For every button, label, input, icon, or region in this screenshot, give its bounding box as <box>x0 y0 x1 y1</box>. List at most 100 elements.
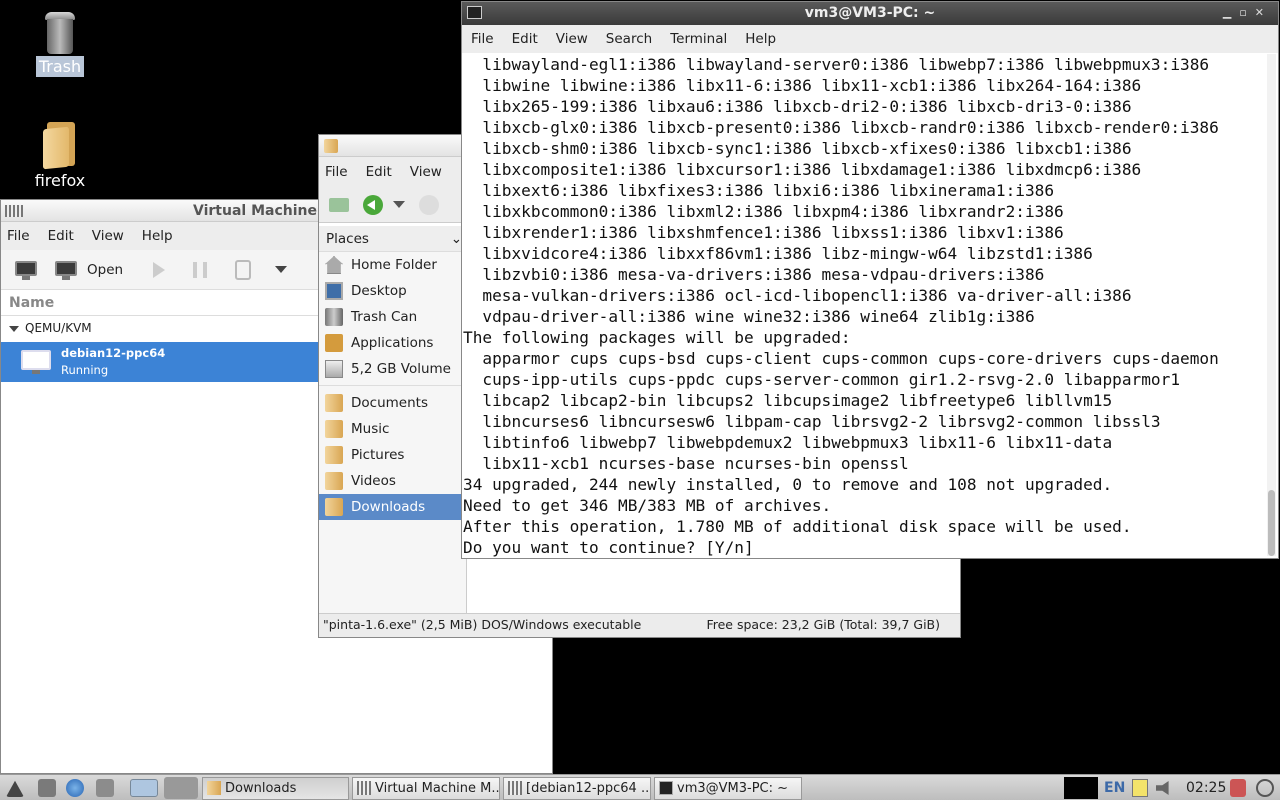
bookmark-documents[interactable]: Documents <box>319 390 466 416</box>
forward-icon[interactable] <box>419 194 439 215</box>
terminal-line: mesa-vulkan-drivers:i386 ocl-icd-libopen… <box>463 286 1132 305</box>
menu-edit[interactable]: Edit <box>48 228 74 244</box>
menu-help[interactable]: Help <box>745 31 776 47</box>
terminal-line: libxcomposite1:i386 libxcursor1:i386 lib… <box>463 160 1142 179</box>
terminal-icon <box>659 781 673 795</box>
keyboard-layout[interactable]: EN <box>1104 775 1125 800</box>
titlebar[interactable]: vm3@VM3-PC: ~ ▁▫✕ <box>462 2 1278 25</box>
task-downloads[interactable]: Downloads <box>202 777 349 800</box>
file-manager-launcher-icon[interactable] <box>38 779 56 797</box>
connection-label: QEMU/KVM <box>25 321 92 335</box>
selection-info: "pinta-1.6.exe" (2,5 MiB) DOS/Windows ex… <box>323 617 642 632</box>
new-tab-icon[interactable] <box>329 197 349 212</box>
window-controls[interactable]: ▁▫✕ <box>1223 6 1272 19</box>
scrollbar[interactable] <box>1267 54 1276 556</box>
terminal-line: libwine libwine:i386 libx11-6:i386 libx1… <box>463 76 1142 95</box>
bookmark-label: Documents <box>351 395 428 411</box>
scrollbar-thumb[interactable] <box>1268 490 1275 556</box>
task-label: [debian12-ppc64 ... <box>526 781 651 796</box>
workspace-icon[interactable] <box>164 777 198 799</box>
task-debian12-console[interactable]: [debian12-ppc64 ... <box>503 777 651 800</box>
folder-icon <box>43 122 77 170</box>
clipboard-icon[interactable] <box>1132 779 1148 797</box>
play-icon[interactable] <box>153 261 166 278</box>
terminal-line: libxext6:i386 libxfixes3:i386 libxi6:i38… <box>463 181 1055 200</box>
bookmark-downloads[interactable]: Downloads <box>319 494 466 520</box>
desktop-icon-trash[interactable]: Trash <box>15 12 105 77</box>
place-volume[interactable]: 5,2 GB Volume <box>319 356 466 382</box>
folder-icon <box>207 781 221 795</box>
place-applications[interactable]: Applications <box>319 330 466 356</box>
trash-icon <box>45 12 75 54</box>
place-desktop[interactable]: Desktop <box>319 278 466 304</box>
side-pane: Places ⌄ Home Folder Desktop Trash Can Ap… <box>319 226 467 615</box>
place-home-folder[interactable]: Home Folder <box>319 252 466 278</box>
vm-status: Running <box>61 363 109 377</box>
bookmark-music[interactable]: Music <box>319 416 466 442</box>
menu-search[interactable]: Search <box>606 31 652 47</box>
menu-edit[interactable]: Edit <box>366 164 392 180</box>
open-button[interactable]: Open <box>87 262 123 278</box>
open-vm-icon <box>53 259 79 281</box>
desktop-icon-firefox[interactable]: firefox <box>15 122 105 191</box>
menu-view[interactable]: View <box>556 31 588 47</box>
folder-icon <box>325 446 343 464</box>
places-label: Places <box>326 231 369 247</box>
terminal-line: apparmor cups cups-bsd cups-client cups-… <box>463 349 1219 368</box>
place-trash-can[interactable]: Trash Can <box>319 304 466 330</box>
applications-icon <box>325 334 343 352</box>
terminal-line: libxvidcore4:i386 libxxf86vm1:i386 libz-… <box>463 244 1093 263</box>
chevron-down-icon[interactable] <box>393 201 405 208</box>
window-icon[interactable] <box>96 779 114 797</box>
terminal-line: Need to get 346 MB/383 MB of archives. <box>463 496 832 515</box>
power-icon[interactable] <box>1256 779 1274 797</box>
terminal-line: libwayland-egl1:i386 libwayland-server0:… <box>463 55 1210 74</box>
terminal-line: libcap2 libcap2-bin libcups2 libcupsimag… <box>463 391 1113 410</box>
place-label: Applications <box>351 335 434 351</box>
menu-file[interactable]: File <box>325 164 348 180</box>
volume-icon[interactable] <box>1156 781 1169 795</box>
bookmark-pictures[interactable]: Pictures <box>319 442 466 468</box>
terminal-line: libxrender1:i386 libxshmfence1:i386 libx… <box>463 223 1064 242</box>
bookmark-videos[interactable]: Videos <box>319 468 466 494</box>
home-icon <box>325 256 343 274</box>
terminal-output[interactable]: libwayland-egl1:i386 libwayland-server0:… <box>463 54 1266 558</box>
trash-icon <box>325 308 343 326</box>
task-label: Virtual Machine M... <box>375 781 500 796</box>
place-label: Home Folder <box>351 257 437 273</box>
folder-icon <box>325 394 343 412</box>
menu-view[interactable]: View <box>92 228 124 244</box>
browser-icon[interactable] <box>66 779 84 797</box>
terminal-line: The following packages will be upgraded: <box>463 328 851 347</box>
shutdown-icon[interactable] <box>235 259 252 280</box>
chevron-down-icon[interactable] <box>275 266 288 273</box>
menu-terminal[interactable]: Terminal <box>670 31 727 47</box>
terminal-window: vm3@VM3-PC: ~ ▁▫✕ File Edit View Search … <box>461 1 1279 559</box>
menu-view[interactable]: View <box>410 164 442 180</box>
folder-icon <box>324 139 338 153</box>
folder-icon <box>325 498 343 516</box>
lock-screen-icon[interactable] <box>1230 779 1246 797</box>
new-vm-button[interactable] <box>13 259 39 281</box>
menu-icon[interactable] <box>6 780 24 797</box>
terminal-line: libxkbcommon0:i386 libxml2:i386 libxpm4:… <box>463 202 1064 221</box>
clock[interactable]: 02:25 <box>1186 775 1226 800</box>
terminal-line: libxcb-shm0:i386 libxcb-sync1:i386 libxc… <box>463 139 1132 158</box>
task-virtual-machine-manager[interactable]: Virtual Machine M... <box>352 777 500 800</box>
menubar: File Edit View Search Terminal Help <box>462 25 1278 53</box>
task-terminal[interactable]: vm3@VM3-PC: ~ <box>654 777 802 800</box>
menu-edit[interactable]: Edit <box>512 31 538 47</box>
vm-name: debian12-ppc64 <box>61 346 166 360</box>
app-icon <box>508 781 522 795</box>
terminal-line: 34 upgraded, 244 newly installed, 0 to r… <box>463 475 1113 494</box>
menu-file[interactable]: File <box>7 228 30 244</box>
back-icon[interactable] <box>363 194 383 215</box>
menu-file[interactable]: File <box>471 31 494 47</box>
places-header[interactable]: Places ⌄ <box>319 226 466 252</box>
place-label: Trash Can <box>351 309 418 325</box>
menu-help[interactable]: Help <box>142 228 173 244</box>
pause-icon[interactable] <box>193 261 208 278</box>
terminal-line: libx265-199:i386 libxau6:i386 libxcb-dri… <box>463 97 1132 116</box>
desktop-switcher-icon[interactable] <box>130 779 158 797</box>
window-title: vm3@VM3-PC: ~ <box>804 5 936 21</box>
